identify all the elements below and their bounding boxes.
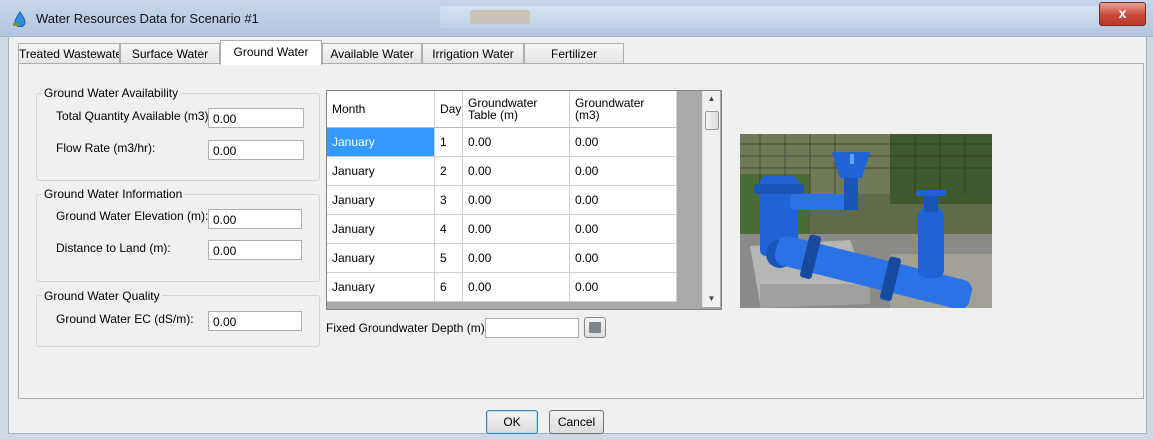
total-quantity-input[interactable]: 0.00 — [208, 108, 304, 128]
grid-cell-volume[interactable]: 0.00 — [570, 186, 677, 215]
tab-surface-water[interactable]: Surface Water — [120, 43, 220, 64]
grid-cell-volume[interactable]: 0.00 — [570, 215, 677, 244]
grid-cell-day[interactable]: 5 — [435, 244, 463, 273]
tab-available-water[interactable]: Available Water — [322, 43, 422, 64]
water-drop-icon — [13, 11, 26, 27]
scroll-down-arrow-icon[interactable]: ▼ — [703, 291, 720, 307]
distance-label: Distance to Land (m): — [56, 241, 171, 255]
grid-cell-day[interactable]: 6 — [435, 273, 463, 302]
grid-cell-month[interactable]: January — [327, 215, 435, 244]
fixed-depth-input[interactable] — [485, 318, 579, 338]
grid-cell-table[interactable]: 0.00 — [463, 186, 570, 215]
grid-cell-day[interactable]: 1 — [435, 128, 463, 157]
fixed-depth-button[interactable] — [584, 317, 606, 338]
grid-cell-volume[interactable]: 0.00 — [570, 244, 677, 273]
grid-cell-month[interactable]: January — [327, 128, 435, 157]
tab-ground-water[interactable]: Ground Water — [220, 40, 322, 65]
total-quantity-label: Total Quantity Available (m3): — [56, 109, 212, 123]
ok-button[interactable]: OK — [486, 410, 538, 434]
grid-vertical-scrollbar[interactable]: ▲ ▼ — [702, 91, 720, 307]
ec-input[interactable]: 0.00 — [208, 311, 302, 331]
cancel-button[interactable]: Cancel — [549, 410, 604, 434]
availability-group-title: Ground Water Availability — [42, 86, 181, 100]
ec-label: Ground Water EC (dS/m): — [56, 312, 194, 326]
close-button[interactable]: x — [1099, 2, 1146, 26]
grid-cell-volume[interactable]: 0.00 — [570, 128, 677, 157]
flow-rate-input[interactable]: 0.00 — [208, 140, 304, 160]
grid-cell-volume[interactable]: 0.00 — [570, 273, 677, 302]
fixed-depth-label: Fixed Groundwater Depth (m): — [326, 321, 489, 335]
scroll-thumb[interactable] — [705, 111, 719, 130]
table-icon — [589, 322, 601, 333]
distance-input[interactable]: 0.00 — [208, 240, 302, 260]
information-group-title: Ground Water Information — [42, 187, 185, 201]
grid-cell-table[interactable]: 0.00 — [463, 128, 570, 157]
elevation-input[interactable]: 0.00 — [208, 209, 302, 229]
grid-cell-day[interactable]: 4 — [435, 215, 463, 244]
grid-cell-month[interactable]: January — [327, 273, 435, 302]
groundwater-data-grid[interactable]: Month Day Groundwater Table (m) Groundwa… — [326, 90, 722, 310]
grid-cell-table[interactable]: 0.00 — [463, 215, 570, 244]
background-taskbar-strip — [440, 6, 1100, 28]
grid-cell-month[interactable]: January — [327, 244, 435, 273]
column-header-table[interactable]: Groundwater Table (m) — [463, 91, 570, 128]
groundwater-pump-photo — [740, 134, 992, 308]
column-header-month[interactable]: Month — [327, 91, 435, 128]
dialog-window: Water Resources Data for Scenario #1 x T… — [0, 0, 1153, 439]
tab-treated-wastewater[interactable]: Treated Wastewate — [18, 43, 120, 64]
scroll-up-arrow-icon[interactable]: ▲ — [703, 91, 720, 107]
background-app-chip — [470, 10, 530, 24]
elevation-label: Ground Water Elevation (m): — [56, 209, 209, 223]
column-header-volume[interactable]: Groundwater (m3) — [570, 91, 677, 128]
grid-cell-month[interactable]: January — [327, 186, 435, 215]
grid-cell-volume[interactable]: 0.00 — [570, 157, 677, 186]
tab-fertilizer[interactable]: Fertilizer — [524, 43, 624, 64]
grid-cell-table[interactable]: 0.00 — [463, 273, 570, 302]
title-bar[interactable]: Water Resources Data for Scenario #1 x — [0, 0, 1153, 37]
grid-cell-day[interactable]: 3 — [435, 186, 463, 215]
grid-cell-table[interactable]: 0.00 — [463, 244, 570, 273]
grid-cell-table[interactable]: 0.00 — [463, 157, 570, 186]
grid-cell-month[interactable]: January — [327, 157, 435, 186]
availability-group — [36, 93, 320, 181]
window-title: Water Resources Data for Scenario #1 — [36, 11, 259, 26]
tab-irrigation-water[interactable]: Irrigation Water — [422, 43, 524, 64]
flow-rate-label: Flow Rate (m3/hr): — [56, 141, 156, 155]
grid-cell-day[interactable]: 2 — [435, 157, 463, 186]
quality-group-title: Ground Water Quality — [42, 289, 162, 303]
information-group — [36, 194, 320, 282]
column-header-day[interactable]: Day — [435, 91, 463, 128]
